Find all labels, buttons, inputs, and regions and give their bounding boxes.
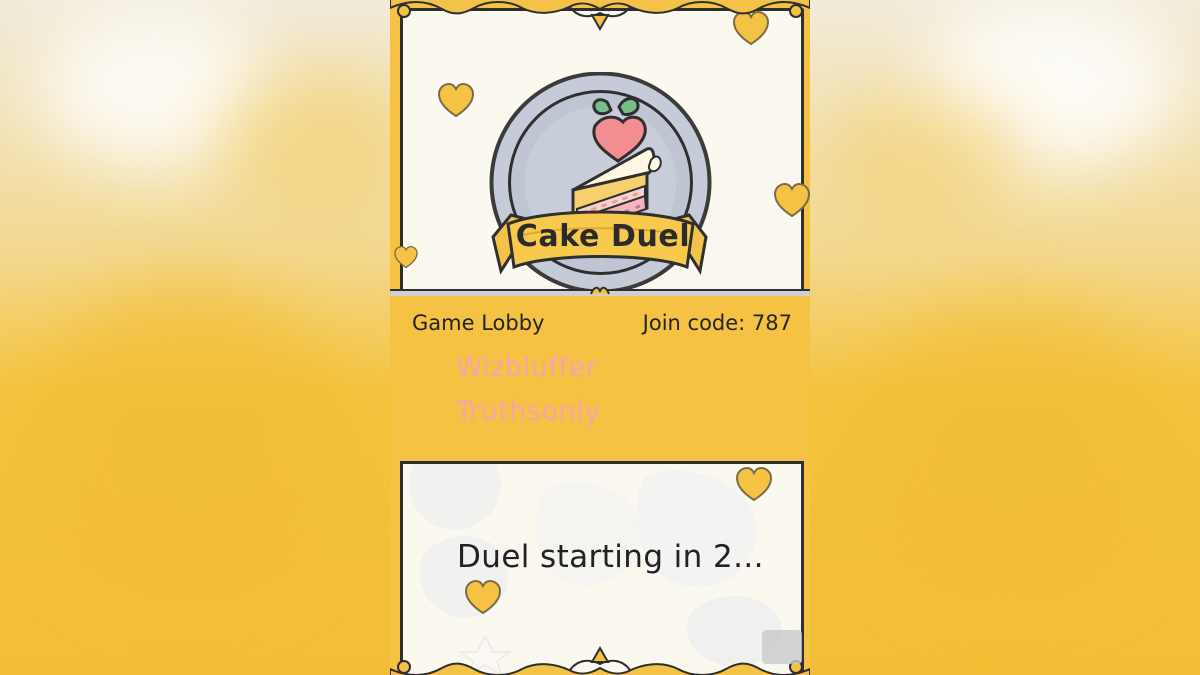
heart-icon	[773, 182, 810, 218]
player-name: Wizbluffer	[456, 352, 598, 383]
ornament-icon	[390, 645, 810, 675]
heart-icon	[437, 82, 475, 118]
blurred-backdrop-left	[0, 0, 390, 675]
heart-icon	[394, 245, 418, 269]
heart-icon	[735, 466, 773, 502]
cake-slice-icon	[489, 72, 712, 293]
ornament-icon	[390, 0, 810, 32]
countdown-status: Duel starting in 2...	[457, 539, 764, 575]
lobby-heading: Game Lobby	[412, 311, 545, 335]
join-code: Join code: 787	[642, 311, 792, 335]
player-name: Truthsonly	[456, 396, 601, 427]
game-screen: Cake Duel Game Lobby Join code: 787 Wizb…	[0, 0, 1200, 675]
game-window: Cake Duel Game Lobby Join code: 787 Wizb…	[390, 0, 810, 675]
heart-icon	[464, 579, 502, 615]
game-title: Cake Duel	[515, 219, 691, 254]
blurred-backdrop-right	[810, 0, 1200, 675]
corner-badge	[762, 630, 802, 664]
